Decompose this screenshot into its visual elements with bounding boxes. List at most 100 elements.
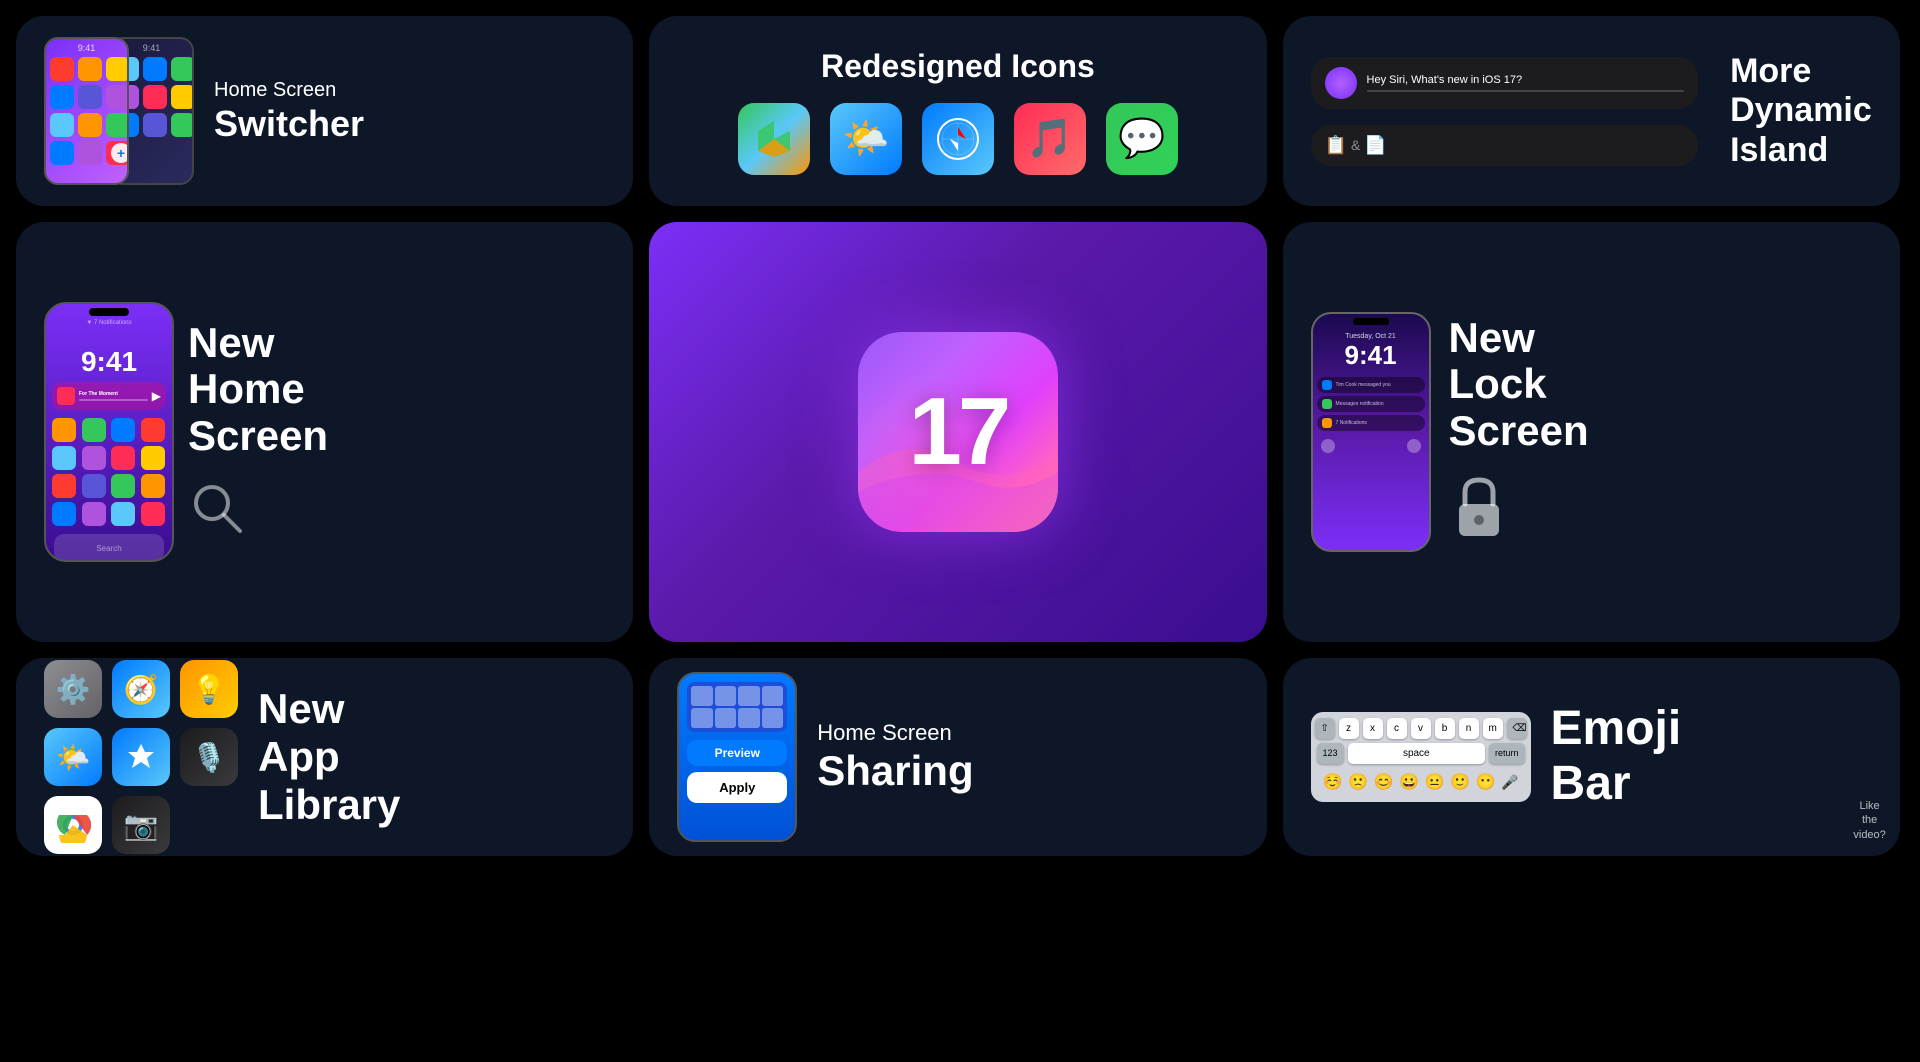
delete-key[interactable]: ⌫ xyxy=(1507,718,1527,739)
siri-text-content: Hey Siri, What's new in iOS 17? xyxy=(1367,74,1685,86)
maps-icon xyxy=(738,103,810,175)
emoji-neutral[interactable]: 😐 xyxy=(1425,772,1445,792)
lock-screen-time: 9:41 xyxy=(1313,340,1429,371)
home-switcher-line1: Home Screen xyxy=(214,78,364,102)
main-grid: 9:41 xyxy=(0,0,1920,1062)
keyboard-mockup: ⇧ z x c v b n m ⌫ 123 space return ☺️ 🙁 … xyxy=(1311,712,1531,802)
clipboard-icon: 📋 xyxy=(1325,135,1347,156)
sharing-grid-icon xyxy=(691,686,713,706)
key-x[interactable]: x xyxy=(1363,718,1383,739)
card-dynamic-island: Hey Siri, What's new in iOS 17? 📋 & 📄 Mo… xyxy=(1283,16,1900,206)
key-m[interactable]: m xyxy=(1483,718,1503,739)
new-lock-screen-text-area: New Lock Screen xyxy=(1431,315,1872,549)
sharing-grid-icon xyxy=(762,686,784,706)
notif-icon-3 xyxy=(1322,418,1332,428)
emoji-smile[interactable]: 😊 xyxy=(1374,772,1394,792)
notif-item-2: Messages notification xyxy=(1317,396,1425,412)
app-library-grid: ⚙️ 🧭 💡 🌤️ 🎙️ 📷 xyxy=(44,660,238,854)
siri-widget-text: Hey Siri, What's new in iOS 17? xyxy=(1367,74,1685,92)
phone-pair: 9:41 xyxy=(44,37,194,185)
home-switcher-text: Home Screen Switcher xyxy=(214,78,364,144)
new-lock-screen-title: New Lock Screen xyxy=(1449,315,1872,454)
sharing-grid-icon xyxy=(715,686,737,706)
key-c[interactable]: c xyxy=(1387,718,1407,739)
card-emoji-bar: ⇧ z x c v b n m ⌫ 123 space return ☺️ 🙁 … xyxy=(1283,658,1900,856)
home-sharing-line2: Sharing xyxy=(817,748,973,794)
apply-button[interactable]: Apply xyxy=(687,772,787,803)
lock-line3: Screen xyxy=(1449,408,1872,454)
sharing-phone-mockup: Preview Apply xyxy=(677,672,797,842)
app-library-line1: New xyxy=(258,686,400,732)
paste-widget: 📋 & 📄 xyxy=(1311,125,1699,166)
preview-button[interactable]: Preview xyxy=(687,740,787,766)
dynamic-island-line2: Dynamic xyxy=(1730,92,1872,129)
camera-icon-lock xyxy=(1407,439,1421,453)
lock-notifications: Tim Cook messaged you Messages notificat… xyxy=(1313,377,1429,431)
notif-text-2: Messages notification xyxy=(1336,401,1384,407)
music-icon: 🎵 xyxy=(1014,103,1086,175)
ios17-number: 17 xyxy=(909,377,1008,487)
shift-key[interactable]: ⇧ xyxy=(1315,718,1335,739)
messages-icon: 💬 xyxy=(1106,103,1178,175)
key-z[interactable]: z xyxy=(1339,718,1359,739)
sharing-grid-icon xyxy=(738,708,760,728)
numbers-key[interactable]: 123 xyxy=(1317,743,1344,764)
app-library-line3: Library xyxy=(258,782,400,828)
siri-widget: Hey Siri, What's new in iOS 17? xyxy=(1311,57,1699,109)
return-key[interactable]: return xyxy=(1489,743,1525,764)
key-n[interactable]: n xyxy=(1459,718,1479,739)
notification-text: ▼ 7 Notifications xyxy=(46,320,172,326)
ampersand-text: & xyxy=(1351,137,1360,153)
key-b[interactable]: b xyxy=(1435,718,1455,739)
card-home-switcher: 9:41 xyxy=(16,16,633,206)
redesigned-icons-title: Redesigned Icons xyxy=(821,47,1095,85)
settings-app-icon: ⚙️ xyxy=(44,660,102,718)
emoji-slight-smile[interactable]: 🙂 xyxy=(1450,772,1470,792)
notif-text-3: 7 Notifications xyxy=(1336,420,1367,426)
emoji-keyboard-icon[interactable]: ☺️ xyxy=(1323,772,1343,792)
sharing-bg-grid xyxy=(687,682,787,732)
key-v[interactable]: v xyxy=(1411,718,1431,739)
siri-ball-icon xyxy=(1325,67,1357,99)
camera-app-icon: 📷 xyxy=(112,796,170,854)
weather-icon: 🌤️ xyxy=(830,103,902,175)
weather-app-icon: 🌤️ xyxy=(44,728,102,786)
emoji-no-mouth[interactable]: 😶 xyxy=(1476,772,1496,792)
card-new-lock-screen: Tuesday, Oct 21 9:41 Tim Cook messaged y… xyxy=(1283,222,1900,642)
home-switcher-line2: Switcher xyxy=(214,104,364,144)
emoji-grin[interactable]: 😀 xyxy=(1399,772,1419,792)
like-line3: video? xyxy=(1853,828,1885,842)
new-home-screen-title: New Home Screen xyxy=(188,320,605,459)
card-redesigned-icons: Redesigned Icons 🌤️ 🎵 💬 xyxy=(649,16,1266,206)
card-home-sharing: Preview Apply Home Screen Sharing xyxy=(649,658,1266,856)
lock-screen-phone-mockup: Tuesday, Oct 21 9:41 Tim Cook messaged y… xyxy=(1311,312,1431,552)
emoji-frown[interactable]: 🙁 xyxy=(1348,772,1368,792)
card-ios17-center: 17 xyxy=(649,222,1266,642)
chrome-app-icon xyxy=(44,796,102,854)
keyboard-row-bottom: 123 space return xyxy=(1317,743,1525,764)
lock-line1: New xyxy=(1449,315,1872,361)
new-home-line2: Home xyxy=(188,366,605,412)
sharing-grid-icon xyxy=(691,708,713,728)
sharing-grid-icon xyxy=(762,708,784,728)
safari-icon xyxy=(922,103,994,175)
app-library-text: New App Library xyxy=(258,686,400,829)
home-screen-phone-mockup: ▼ 7 Notifications 9:41 For The Moment ▶ xyxy=(44,302,174,562)
mic-icon[interactable]: 🎤 xyxy=(1501,774,1518,791)
sharing-grid-icon xyxy=(715,708,737,728)
torch-icon xyxy=(1321,439,1335,453)
tips-app-icon: 💡 xyxy=(180,660,238,718)
keyboard-row-top: ⇧ z x c v b n m ⌫ xyxy=(1317,718,1525,739)
search-bar: Search xyxy=(54,534,164,562)
emoji-bar-line2: Bar xyxy=(1551,758,1682,811)
voice-memos-icon: 🎙️ xyxy=(180,728,238,786)
safari-app-icon: 🧭 xyxy=(112,660,170,718)
app-library-line2: App xyxy=(258,734,400,780)
lock-screen-bottom-bar xyxy=(1313,435,1429,457)
space-key[interactable]: space xyxy=(1348,743,1485,764)
dynamic-island-widgets: Hey Siri, What's new in iOS 17? 📋 & 📄 xyxy=(1311,57,1699,166)
lock-icon-area xyxy=(1449,474,1872,549)
search-icon-large xyxy=(188,479,605,544)
dynamic-island-line1: More xyxy=(1730,53,1872,90)
emoji-bar-text: Emoji Bar xyxy=(1551,703,1682,811)
